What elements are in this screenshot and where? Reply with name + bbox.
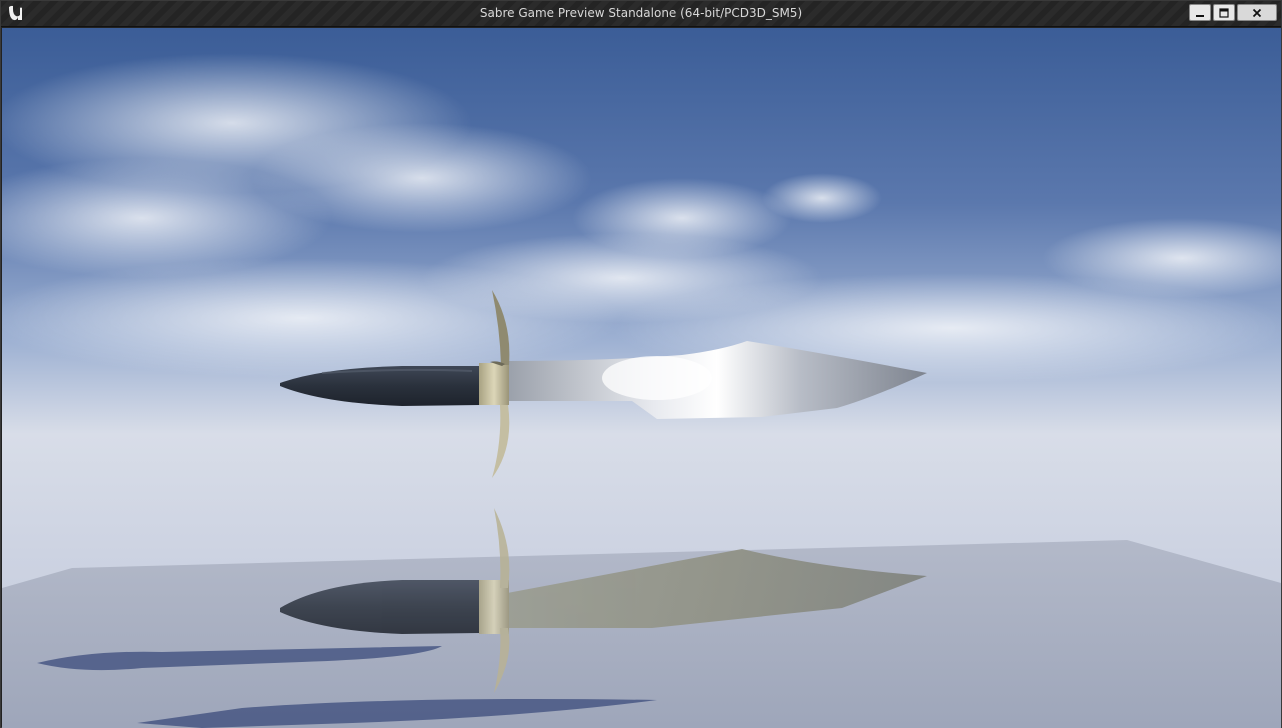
maximize-icon [1219,7,1229,18]
scene-render [2,28,1281,728]
maximize-button[interactable] [1213,4,1235,21]
game-viewport[interactable] [2,28,1281,728]
window-controls [1189,4,1277,21]
close-button[interactable] [1237,4,1277,21]
close-icon [1252,8,1262,17]
game-preview-window: Sabre Game Preview Standalone (64-bit/PC… [0,0,1282,728]
window-title: Sabre Game Preview Standalone (64-bit/PC… [479,6,803,20]
minimize-icon [1196,14,1204,17]
title-bar[interactable]: Sabre Game Preview Standalone (64-bit/PC… [1,1,1281,27]
minimize-button[interactable] [1189,4,1211,21]
